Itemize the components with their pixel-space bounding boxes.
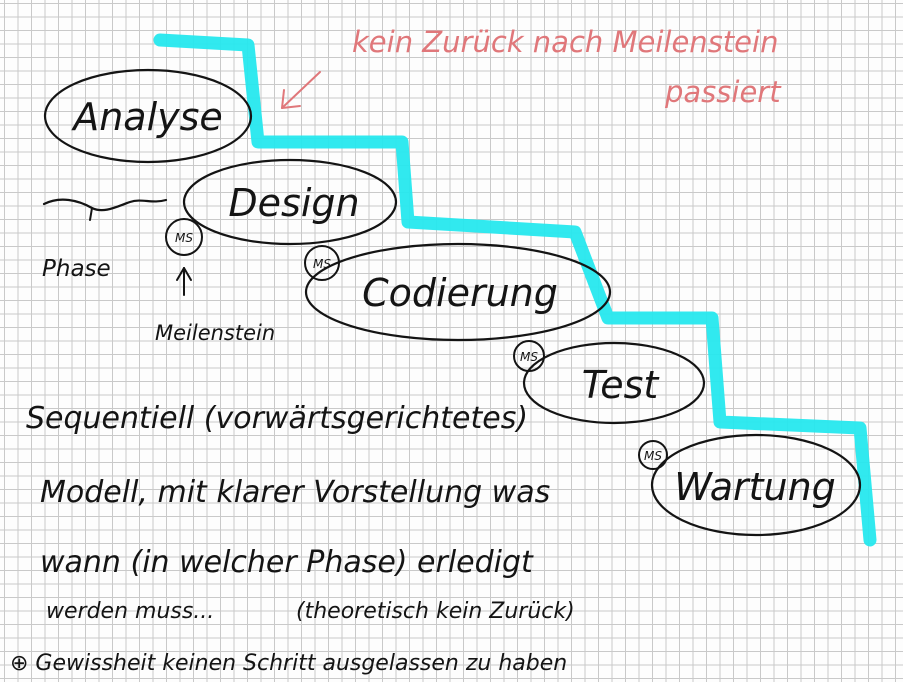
svg-text:MS: MS	[520, 350, 538, 364]
phase-node-design: Design	[182, 158, 398, 246]
milestone-marker-wartung: MS	[638, 440, 668, 470]
annotation-arrow	[281, 71, 321, 109]
svg-text:MS: MS	[644, 449, 662, 463]
note-line-1: Sequentiell (vorwärtsgerichtetes)	[26, 401, 528, 436]
annotation-text-line1: kein Zurück nach Meilenstein	[352, 25, 778, 59]
phase-node-test: Test	[522, 341, 706, 425]
phase-label-design: Design	[228, 181, 359, 225]
svg-text:MS: MS	[313, 257, 331, 271]
phase-label-wartung: Wartung	[674, 465, 836, 509]
legend-label-phase: Phase	[42, 256, 111, 282]
phase-label-codierung: Codierung	[362, 271, 558, 315]
svg-text:MS: MS	[175, 231, 193, 245]
milestone-marker-design: MS	[165, 218, 203, 256]
phase-legend-squiggle	[42, 198, 168, 212]
phase-node-analyse: Analyse	[43, 68, 253, 164]
milestone-legend-arrow	[176, 267, 192, 296]
milestone-marker-codierung: MS	[304, 245, 340, 281]
annotation-text-line2: passiert	[664, 75, 782, 109]
note-line-3: wann (in welcher Phase) erledigt	[40, 545, 534, 580]
phase-node-wartung: Wartung	[650, 433, 862, 537]
note-line-5: (theoretisch kein Zurück)	[296, 599, 575, 624]
note-line-2: Modell, mit klarer Vorstellung was	[40, 475, 550, 510]
legend-label-milestone: Meilenstein	[155, 321, 275, 345]
milestone-marker-test: MS	[513, 340, 545, 372]
phase-label-analyse: Analyse	[70, 95, 223, 139]
phase-node-codierung: Codierung	[304, 242, 612, 342]
phase-legend-tick	[89, 207, 93, 221]
note-line-6: ⊕ Gewissheit keinen Schritt ausgelassen …	[10, 651, 567, 676]
waterfall-model-sketch: Analyse Design Codierung Test Wartung MS…	[10, 25, 877, 676]
phase-label-test: Test	[582, 363, 661, 407]
note-line-4: werden muss...	[46, 599, 214, 624]
